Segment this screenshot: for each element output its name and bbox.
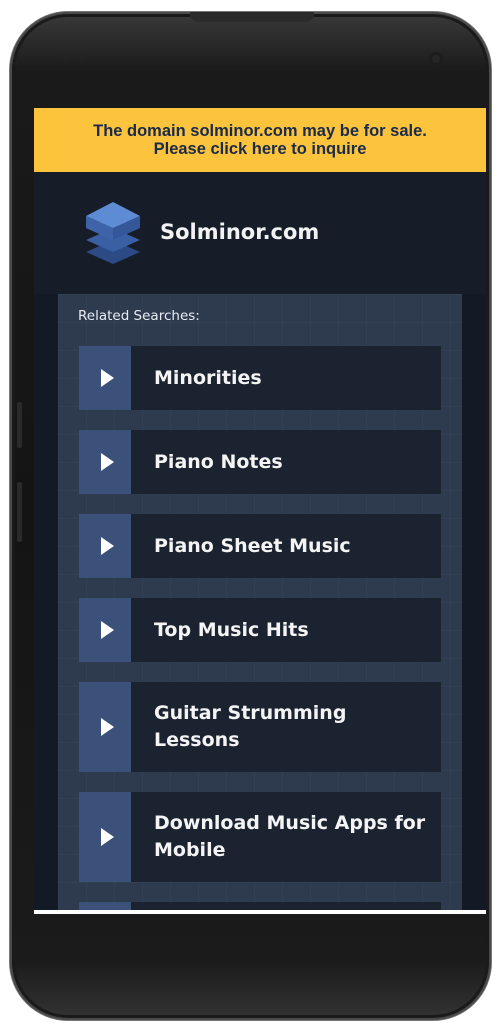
banner-line-2: Please click here to inquire [153,140,367,158]
related-search-item-minorities[interactable]: Minorities [79,346,441,410]
layers-stack-icon [80,196,146,268]
related-search-item-top-music-hits[interactable]: Top Music Hits [79,598,441,662]
phone-screen: The domain solminor.com may be for sale.… [34,108,486,912]
site-header: Solminor.com [34,172,486,294]
related-search-label: Download Music Apps for Mobile [154,812,426,861]
related-search-label: Piano Notes [154,450,283,473]
play-arrow-icon [79,598,131,662]
play-arrow-icon [79,682,131,772]
related-search-item-piano-notes[interactable]: Piano Notes [79,430,441,494]
play-arrow-icon [79,430,131,494]
screen-bottom-edge [34,910,486,914]
related-search-item-piano-sheet-music[interactable]: Piano Sheet Music [79,514,441,578]
related-search-item-download-music-apps[interactable]: Download Music Apps for Mobile [79,792,441,882]
banner-line-1: The domain solminor.com may be for sale. [93,122,427,140]
related-searches-panel: Related Searches: Minorities Piano Notes… [58,294,462,912]
domain-sale-banner[interactable]: The domain solminor.com may be for sale.… [34,108,486,172]
related-search-label: Guitar Strumming Lessons [154,702,347,751]
volume-button [17,402,22,448]
phone-top-edge [190,12,314,22]
power-button [17,482,22,542]
related-search-label: Minorities [154,366,262,389]
play-arrow-icon [79,346,131,410]
front-camera-icon [429,52,443,66]
play-arrow-icon [79,792,131,882]
play-arrow-icon [79,514,131,578]
related-search-label: Top Music Hits [154,618,309,641]
site-title[interactable]: Solminor.com [160,220,319,244]
related-search-label: Piano Sheet Music [154,534,351,557]
related-search-item-guitar-strumming-lessons[interactable]: Guitar Strumming Lessons [79,682,441,772]
related-searches-label: Related Searches: [78,308,200,324]
sensor-dots [62,52,102,62]
